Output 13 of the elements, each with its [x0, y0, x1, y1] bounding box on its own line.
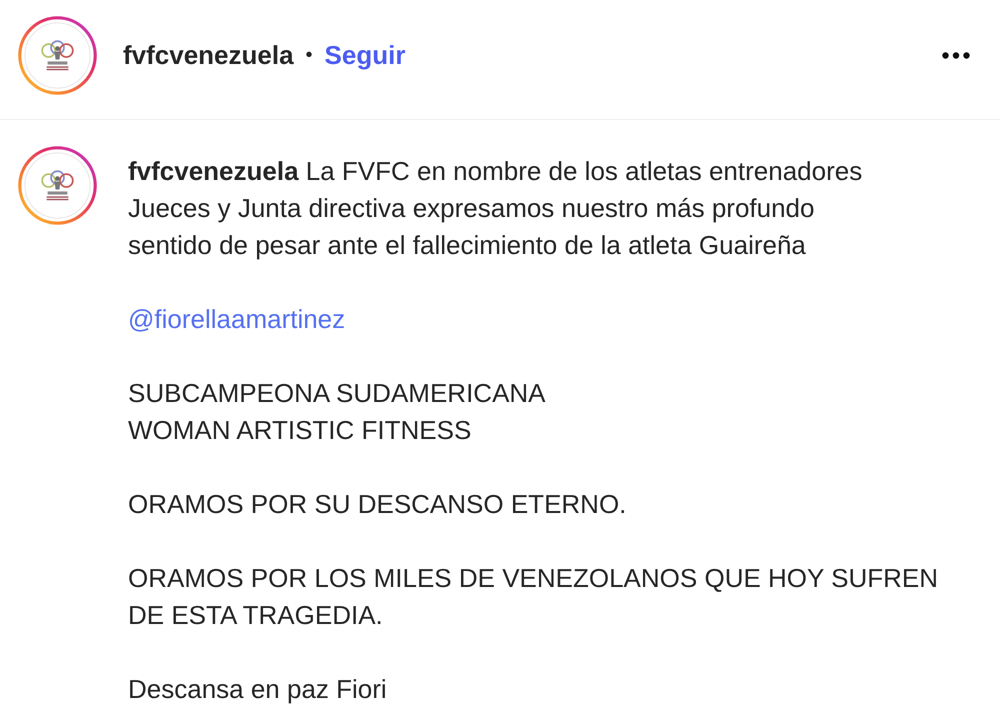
caption-text: ORAMOS POR LOS MILES DE VENEZOLANOS QUE HOY SUFREN DE ESTA TRAGEDIA.: [128, 562, 940, 632]
caption-text: SUBCAMPEONA SUDAMERICANA WOMAN ARTISTIC FITNESS: [128, 377, 547, 447]
profile-avatar[interactable]: [18, 16, 97, 95]
caption-text: fvfcvenezuela La FVFC en nombre de los atletas entrenadores Jueces y Junta directiva expresamos nuestro más profundo sentido de pesar ante el fallecimiento de la atleta Guaireña: [128, 155, 864, 262]
caption-text: ORAMOS POR SU DESCANSO ETERNO.: [128, 488, 628, 521]
follow-link[interactable]: Seguir: [324, 40, 406, 71]
username-link[interactable]: fvfcvenezuela: [123, 40, 294, 71]
mention-link[interactable]: @fiorellaamartinez: [128, 304, 346, 334]
caption-text: Descansa en paz Fiori: [128, 673, 388, 706]
more-options-icon[interactable]: [942, 52, 970, 59]
separator-dot: •: [306, 44, 313, 67]
username-link[interactable]: fvfcvenezuela: [128, 156, 299, 186]
profile-avatar[interactable]: [18, 146, 97, 225]
